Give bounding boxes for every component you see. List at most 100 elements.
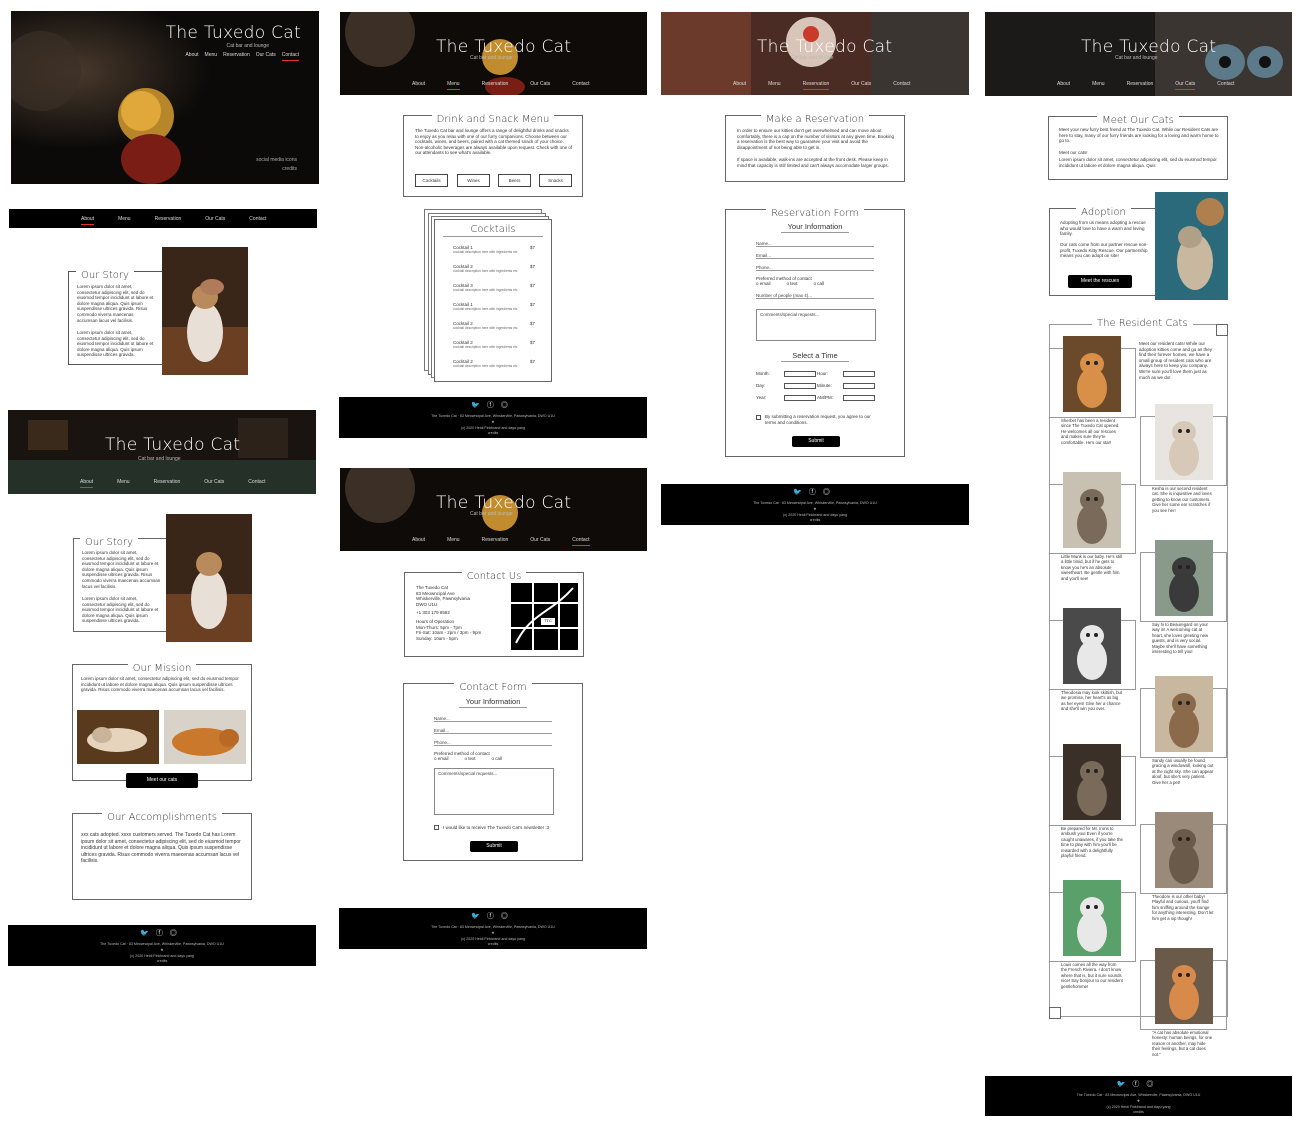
- nav-reservation[interactable]: Reservation: [482, 537, 509, 546]
- meet-our-cats-button[interactable]: Meet our cats: [126, 773, 198, 788]
- nav-about[interactable]: About: [81, 216, 95, 225]
- comments-textarea[interactable]: Comments/special requests...: [756, 309, 876, 341]
- nav-reservation[interactable]: Reservation: [154, 479, 181, 488]
- footer-copyright: (c) 2020 Heidi Finkbrand and dayu yang: [1106, 1105, 1171, 1109]
- nav-about[interactable]: About: [733, 81, 746, 90]
- location-map[interactable]: TTC: [511, 583, 578, 650]
- nav-menu[interactable]: Menu: [447, 81, 460, 90]
- nav-contact[interactable]: Contact: [1217, 81, 1234, 90]
- nav-reservation[interactable]: Reservation: [155, 216, 182, 225]
- nav-contact[interactable]: Contact: [248, 479, 265, 488]
- nav-about[interactable]: About: [80, 479, 94, 488]
- terms-checkbox[interactable]: [756, 415, 761, 420]
- minute-input[interactable]: [843, 383, 875, 389]
- twitter-icon[interactable]: 🐦: [471, 402, 487, 409]
- month-input[interactable]: [784, 371, 816, 377]
- facebook-icon[interactable]: ⓕ: [1132, 1081, 1146, 1088]
- nav-our-cats[interactable]: Our Cats: [204, 479, 224, 488]
- category-wines-button[interactable]: Wines: [457, 174, 490, 187]
- twitter-icon[interactable]: 🐦: [1117, 1081, 1133, 1088]
- phone-field[interactable]: Phone...: [434, 740, 552, 746]
- phone-number[interactable]: +1 303 179 8582: [416, 610, 496, 616]
- footer-logo: ❖: [160, 948, 164, 952]
- category-beers-button[interactable]: Beers: [498, 174, 531, 187]
- nav-reservation[interactable]: Reservation: [1127, 81, 1154, 90]
- footer-credits[interactable]: credits: [339, 942, 647, 946]
- nav-menu[interactable]: Menu: [205, 52, 218, 61]
- reservation-submit-button[interactable]: Submit: [792, 436, 840, 447]
- instagram-icon[interactable]: ◎: [1146, 1081, 1160, 1088]
- cocktail-item: Cocktail 2 $7 cocktail description here wi…: [453, 359, 535, 368]
- name-field[interactable]: Name...: [756, 241, 874, 247]
- nav-our-cats[interactable]: Our Cats: [530, 81, 550, 90]
- nav-menu[interactable]: Menu: [117, 479, 130, 488]
- nav-menu[interactable]: Menu: [1092, 81, 1105, 90]
- instagram-icon[interactable]: ◎: [823, 489, 837, 496]
- twitter-icon[interactable]: 🐦: [471, 913, 487, 920]
- instagram-icon[interactable]: ◎: [501, 913, 515, 920]
- phone-field[interactable]: Phone...: [756, 265, 874, 271]
- instagram-icon[interactable]: ◎: [501, 402, 515, 409]
- pref-text-radio[interactable]: o text: [465, 756, 476, 762]
- nav-our-cats[interactable]: Our Cats: [530, 537, 550, 546]
- nav-reservation[interactable]: Reservation: [482, 81, 509, 90]
- footer-credits[interactable]: credits: [661, 518, 969, 522]
- category-snacks-button[interactable]: Snacks: [539, 174, 572, 187]
- nav-menu[interactable]: Menu: [768, 81, 781, 90]
- footer-credits[interactable]: credits: [8, 959, 316, 963]
- pref-email-radio[interactable]: o email: [434, 756, 449, 762]
- nav-contact[interactable]: Contact: [281, 52, 299, 61]
- nav-contact[interactable]: Contact: [249, 216, 266, 225]
- nav-contact[interactable]: Contact: [572, 81, 589, 90]
- nav-contact[interactable]: Contact: [572, 537, 590, 546]
- day-input[interactable]: [784, 383, 816, 389]
- category-cocktails-button[interactable]: Cocktails: [415, 174, 448, 187]
- name-field[interactable]: Name...: [434, 716, 552, 722]
- footer-credits[interactable]: credits: [339, 431, 647, 435]
- nav-our-cats[interactable]: Our Cats: [256, 52, 276, 61]
- nav-our-cats[interactable]: Our Cats: [851, 81, 871, 90]
- year-input[interactable]: [784, 395, 816, 401]
- facebook-icon[interactable]: ⓕ: [487, 913, 501, 920]
- cat-description: Kesha is our second resident cat. She is…: [1152, 486, 1212, 513]
- footer: 🐦ⓕ◎ The Tuxedo Cat · 83 Meowncipal Ave, …: [339, 397, 647, 438]
- facebook-icon[interactable]: ⓕ: [487, 402, 501, 409]
- meet-the-rescues-button[interactable]: Meet the rescues: [1068, 275, 1132, 288]
- newsletter-checkbox[interactable]: [434, 825, 439, 831]
- pref-text-radio[interactable]: o text: [787, 281, 798, 287]
- nav-reservation[interactable]: Reservation: [802, 81, 830, 90]
- email-field[interactable]: Email...: [434, 728, 552, 734]
- nav-about[interactable]: About: [185, 52, 198, 61]
- footer-credits[interactable]: credits: [985, 1110, 1292, 1114]
- nav-our-cats[interactable]: Our Cats: [205, 216, 225, 225]
- cat-description: Sherbet has been a resident since The Tu…: [1061, 418, 1120, 445]
- pref-call-radio[interactable]: o call: [492, 756, 503, 762]
- credits-link[interactable]: credits: [282, 166, 297, 172]
- nav-menu[interactable]: Menu: [118, 216, 131, 225]
- our-story-text-1: Lorem ipsum dolor sit amet, consectetur …: [77, 284, 154, 323]
- email-field[interactable]: Email...: [756, 253, 874, 259]
- nav-contact[interactable]: Contact: [893, 81, 910, 90]
- nav-menu[interactable]: Menu: [447, 537, 460, 546]
- ampm-input[interactable]: [843, 395, 875, 401]
- number-of-people-field[interactable]: Number of people (max 4)...: [756, 293, 874, 299]
- nav-about[interactable]: About: [1057, 81, 1070, 90]
- nav-reservation[interactable]: Reservation: [223, 52, 250, 61]
- cocktail-description: cocktail description here with ingredien…: [453, 364, 518, 368]
- contact-submit-button[interactable]: Submit: [470, 841, 518, 852]
- comments-textarea[interactable]: Comments/special requests...: [434, 768, 554, 815]
- facebook-icon[interactable]: ⓕ: [809, 489, 823, 496]
- twitter-icon[interactable]: 🐦: [793, 489, 809, 496]
- cat-photo: [166, 514, 252, 642]
- facebook-icon[interactable]: ⓕ: [156, 930, 170, 937]
- hour-input[interactable]: [843, 371, 875, 377]
- pref-email-radio[interactable]: o email: [756, 281, 771, 287]
- nav-about[interactable]: About: [412, 81, 425, 90]
- nav-about[interactable]: About: [412, 537, 425, 546]
- nav-our-cats[interactable]: Our Cats: [1175, 81, 1196, 90]
- footer-logo: ❖: [491, 420, 495, 424]
- twitter-icon[interactable]: 🐦: [140, 930, 156, 937]
- resident-cats-intro: Meet our resident cats! While our adopti…: [1139, 341, 1213, 380]
- pref-call-radio[interactable]: o call: [814, 281, 825, 287]
- instagram-icon[interactable]: ◎: [170, 930, 184, 937]
